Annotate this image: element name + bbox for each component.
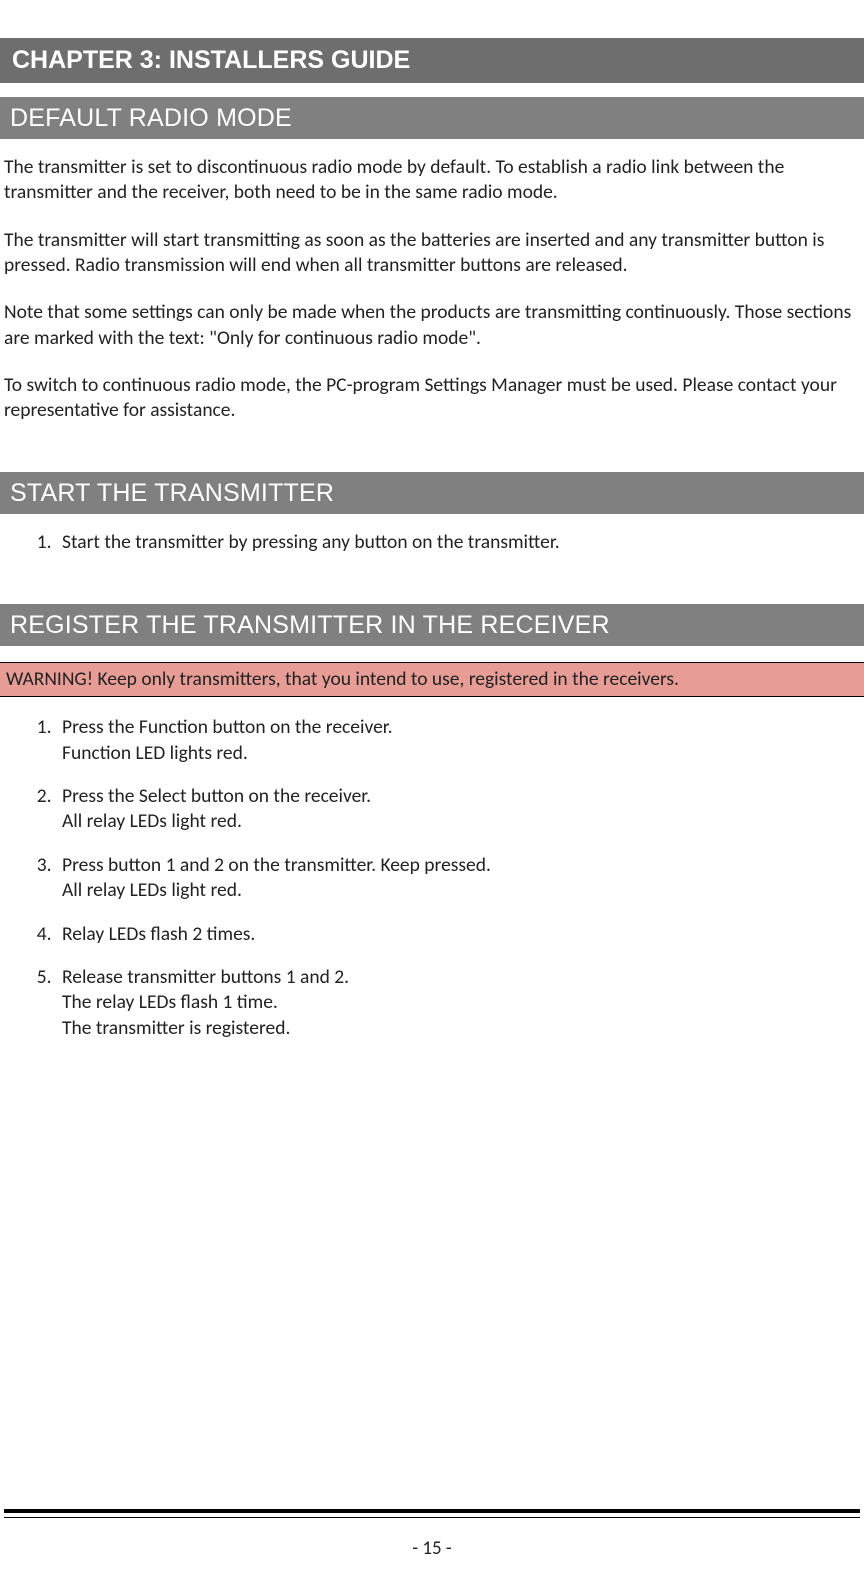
list-item: Press button 1 and 2 on the transmitter.… [56, 853, 864, 904]
step-text: Release transmitter buttons 1 and 2. [62, 965, 349, 989]
step-text: Start the transmitter by pressing any bu… [62, 530, 560, 554]
step-text: Press the Select button on the receiver. [62, 784, 371, 808]
section-header-default-radio: DEFAULT RADIO MODE [0, 97, 864, 140]
chapter-title: CHAPTER 3: INSTALLERS GUIDE [0, 38, 864, 83]
paragraph: The transmitter will start transmitting … [4, 228, 860, 279]
paragraph: To switch to continuous radio mode, the … [4, 373, 860, 424]
paragraph: The transmitter is set to discontinuous … [4, 155, 860, 206]
step-subtext: The transmitter is registered. [62, 1016, 864, 1041]
list-item: Release transmitter buttons 1 and 2. The… [56, 965, 864, 1041]
page-number: - 15 - [0, 1537, 864, 1562]
list-item: Press the Select button on the receiver.… [56, 784, 864, 835]
section-header-start-transmitter: START THE TRANSMITTER [0, 472, 864, 515]
list-item: Relay LEDs flash 2 times. [56, 922, 864, 947]
step-subtext: Function LED lights red. [62, 741, 864, 766]
page: CHAPTER 3: INSTALLERS GUIDE DEFAULT RADI… [0, 0, 864, 1041]
step-text: Relay LEDs flash 2 times. [62, 922, 255, 946]
step-subtext: The relay LEDs flash 1 time. [62, 990, 864, 1015]
warning-banner: WARNING! Keep only transmitters, that yo… [0, 662, 864, 697]
register-transmitter-steps: Press the Function button on the receive… [0, 715, 864, 1040]
start-transmitter-steps: Start the transmitter by pressing any bu… [0, 530, 864, 555]
step-subtext: All relay LEDs light red. [62, 809, 864, 834]
default-radio-body: The transmitter is set to discontinuous … [4, 155, 860, 424]
step-text: Press button 1 and 2 on the transmitter.… [62, 853, 491, 877]
list-item: Start the transmitter by pressing any bu… [56, 530, 864, 555]
list-item: Press the Function button on the receive… [56, 715, 864, 766]
step-subtext: All relay LEDs light red. [62, 878, 864, 903]
section-header-register-transmitter: REGISTER THE TRANSMITTER IN THE RECEIVER [0, 604, 864, 647]
footer-rule [4, 1509, 860, 1518]
step-text: Press the Function button on the receive… [62, 715, 393, 739]
paragraph: Note that some settings can only be made… [4, 300, 860, 351]
